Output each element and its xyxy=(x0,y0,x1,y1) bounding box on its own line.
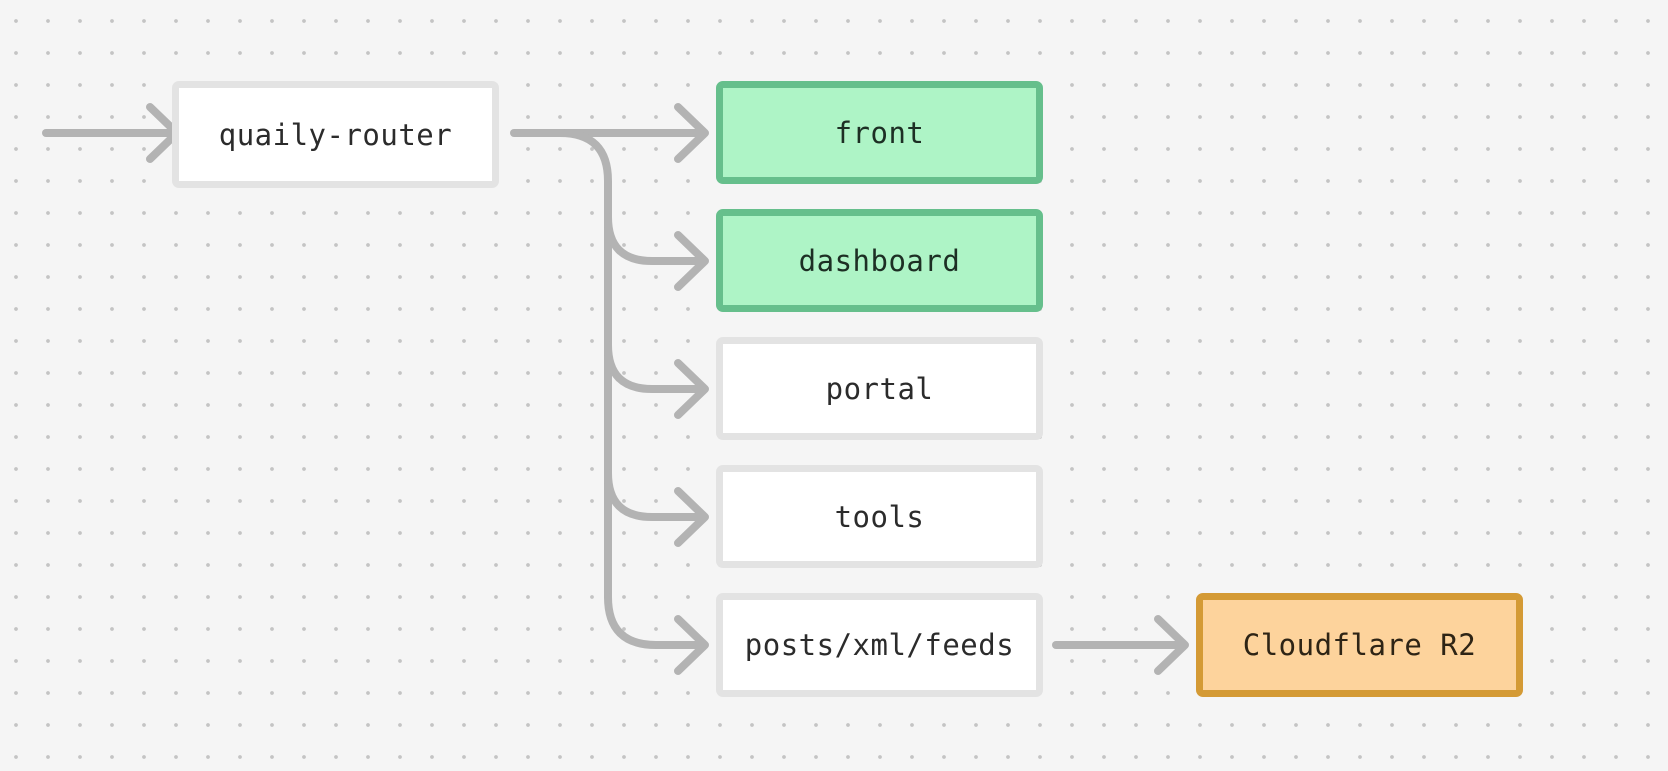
node-front[interactable]: front xyxy=(716,81,1043,184)
node-cloudflare-r2[interactable]: Cloudflare R2 xyxy=(1196,593,1523,697)
node-label: dashboard xyxy=(798,243,961,278)
node-portal[interactable]: portal xyxy=(716,337,1043,440)
edge-router-to-tools xyxy=(604,469,708,521)
edge-router-to-portal xyxy=(604,341,708,393)
edge-router-to-dashboard xyxy=(604,213,708,265)
node-dashboard[interactable]: dashboard xyxy=(716,209,1043,312)
node-quaily-router[interactable]: quaily-router xyxy=(172,81,499,188)
edge-trunk xyxy=(556,129,612,601)
node-label: Cloudflare R2 xyxy=(1242,628,1477,662)
node-posts-xml-feeds[interactable]: posts/xml/feeds xyxy=(716,593,1043,697)
node-label: quaily-router xyxy=(218,117,453,152)
node-tools[interactable]: tools xyxy=(716,465,1043,568)
node-label: tools xyxy=(834,499,925,534)
edge-router-to-posts xyxy=(604,593,708,649)
node-label: portal xyxy=(825,371,934,406)
node-label: posts/xml/feeds xyxy=(744,628,1015,662)
node-label: front xyxy=(834,115,925,150)
